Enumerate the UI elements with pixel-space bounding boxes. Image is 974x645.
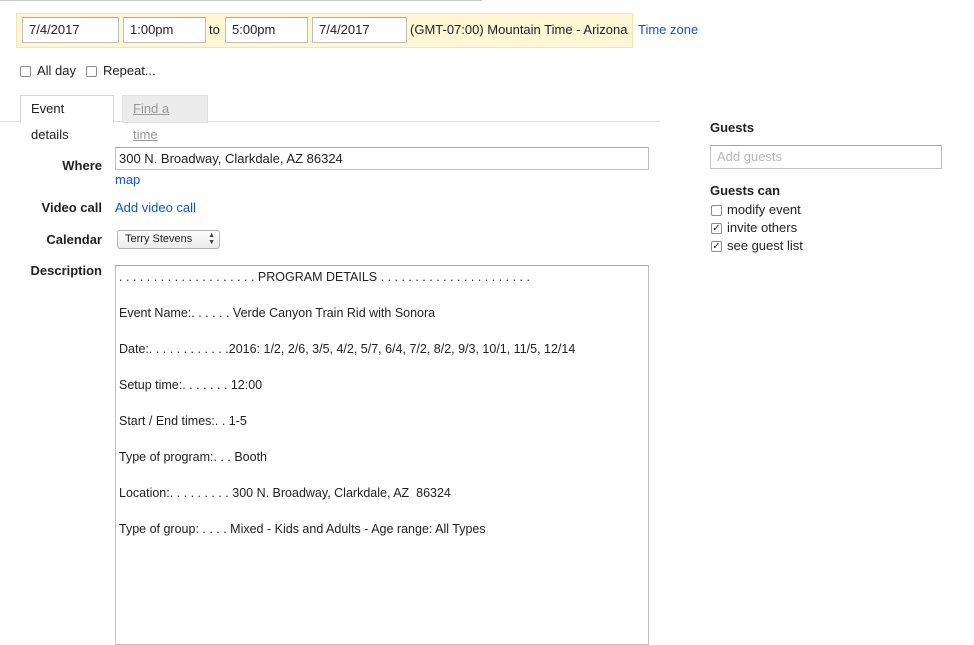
description-line: Setup time:. . . . . . . 12:00 bbox=[119, 378, 263, 392]
description-line bbox=[119, 358, 645, 376]
modify-event-label: modify event bbox=[727, 202, 801, 217]
see-guest-list-label: see guest list bbox=[727, 238, 803, 253]
calendar-select[interactable]: Terry Stevens ▲ ▼ bbox=[117, 230, 220, 249]
guests-heading: Guests bbox=[710, 120, 755, 135]
repeat-checkbox[interactable] bbox=[86, 66, 97, 77]
description-line: Type of group: . . . . Mixed - Kids and … bbox=[119, 522, 486, 536]
video-call-label: Video call bbox=[41, 200, 102, 215]
start-date-input[interactable]: 7/4/2017 bbox=[22, 17, 119, 43]
description-line: Event Name:. . . . . . Verde Canyon Trai… bbox=[119, 306, 436, 320]
top-divider bbox=[0, 0, 482, 1]
description-line: Type of program:. . . Booth bbox=[119, 450, 267, 464]
end-time-input[interactable]: 5:00pm bbox=[225, 17, 308, 43]
start-time-input[interactable]: 1:00pm bbox=[123, 17, 206, 43]
add-guests-input[interactable]: Add guests bbox=[710, 145, 942, 169]
description-line bbox=[119, 286, 645, 304]
description-line: Location:. . . . . . . . . 300 N. Broadw… bbox=[119, 486, 451, 500]
all-day-checkbox[interactable] bbox=[20, 66, 31, 77]
where-label: Where bbox=[62, 158, 102, 173]
timezone-link[interactable]: Time zone bbox=[638, 16, 698, 44]
description-line: . . . . . . . . . . . . . . . . . . . . … bbox=[119, 270, 530, 284]
repeat-label: Repeat... bbox=[103, 63, 156, 78]
calendar-label: Calendar bbox=[46, 232, 102, 247]
description-line: Start / End times:. . 1-5 bbox=[119, 414, 247, 428]
all-day-label: All day bbox=[37, 63, 77, 78]
guests-can-heading: Guests can bbox=[710, 183, 781, 198]
select-arrows-icon: ▲ ▼ bbox=[208, 232, 215, 246]
invite-others-checkbox[interactable]: ✓ bbox=[711, 223, 722, 234]
description-line bbox=[119, 322, 645, 340]
description-line bbox=[119, 430, 645, 448]
description-line bbox=[119, 502, 645, 520]
map-link[interactable]: map bbox=[115, 172, 140, 187]
modify-event-checkbox[interactable] bbox=[711, 205, 722, 216]
tab-find-a-time[interactable]: Find a time bbox=[122, 95, 208, 142]
end-date-input[interactable]: 7/4/2017 bbox=[312, 17, 407, 43]
description-label: Description bbox=[30, 263, 102, 278]
see-guest-list-checkbox[interactable]: ✓ bbox=[711, 241, 722, 252]
description-textarea[interactable]: . . . . . . . . . . . . . . . . . . . . … bbox=[115, 265, 649, 645]
tab-event-details[interactable]: Event details bbox=[20, 95, 114, 142]
to-label: to bbox=[209, 22, 220, 37]
description-line: Date:. . . . . . . . . . . .2016: 1/2, 2… bbox=[119, 342, 576, 356]
add-video-call-link[interactable]: Add video call bbox=[115, 200, 196, 215]
calendar-select-value: Terry Stevens bbox=[125, 233, 193, 245]
description-line bbox=[119, 394, 645, 412]
where-input[interactable]: 300 N. Broadway, Clarkdale, AZ 86324 bbox=[115, 147, 649, 170]
invite-others-label: invite others bbox=[727, 220, 798, 235]
description-line bbox=[119, 466, 645, 484]
timezone-label: (GMT-07:00) Mountain Time - Arizona bbox=[410, 22, 628, 37]
